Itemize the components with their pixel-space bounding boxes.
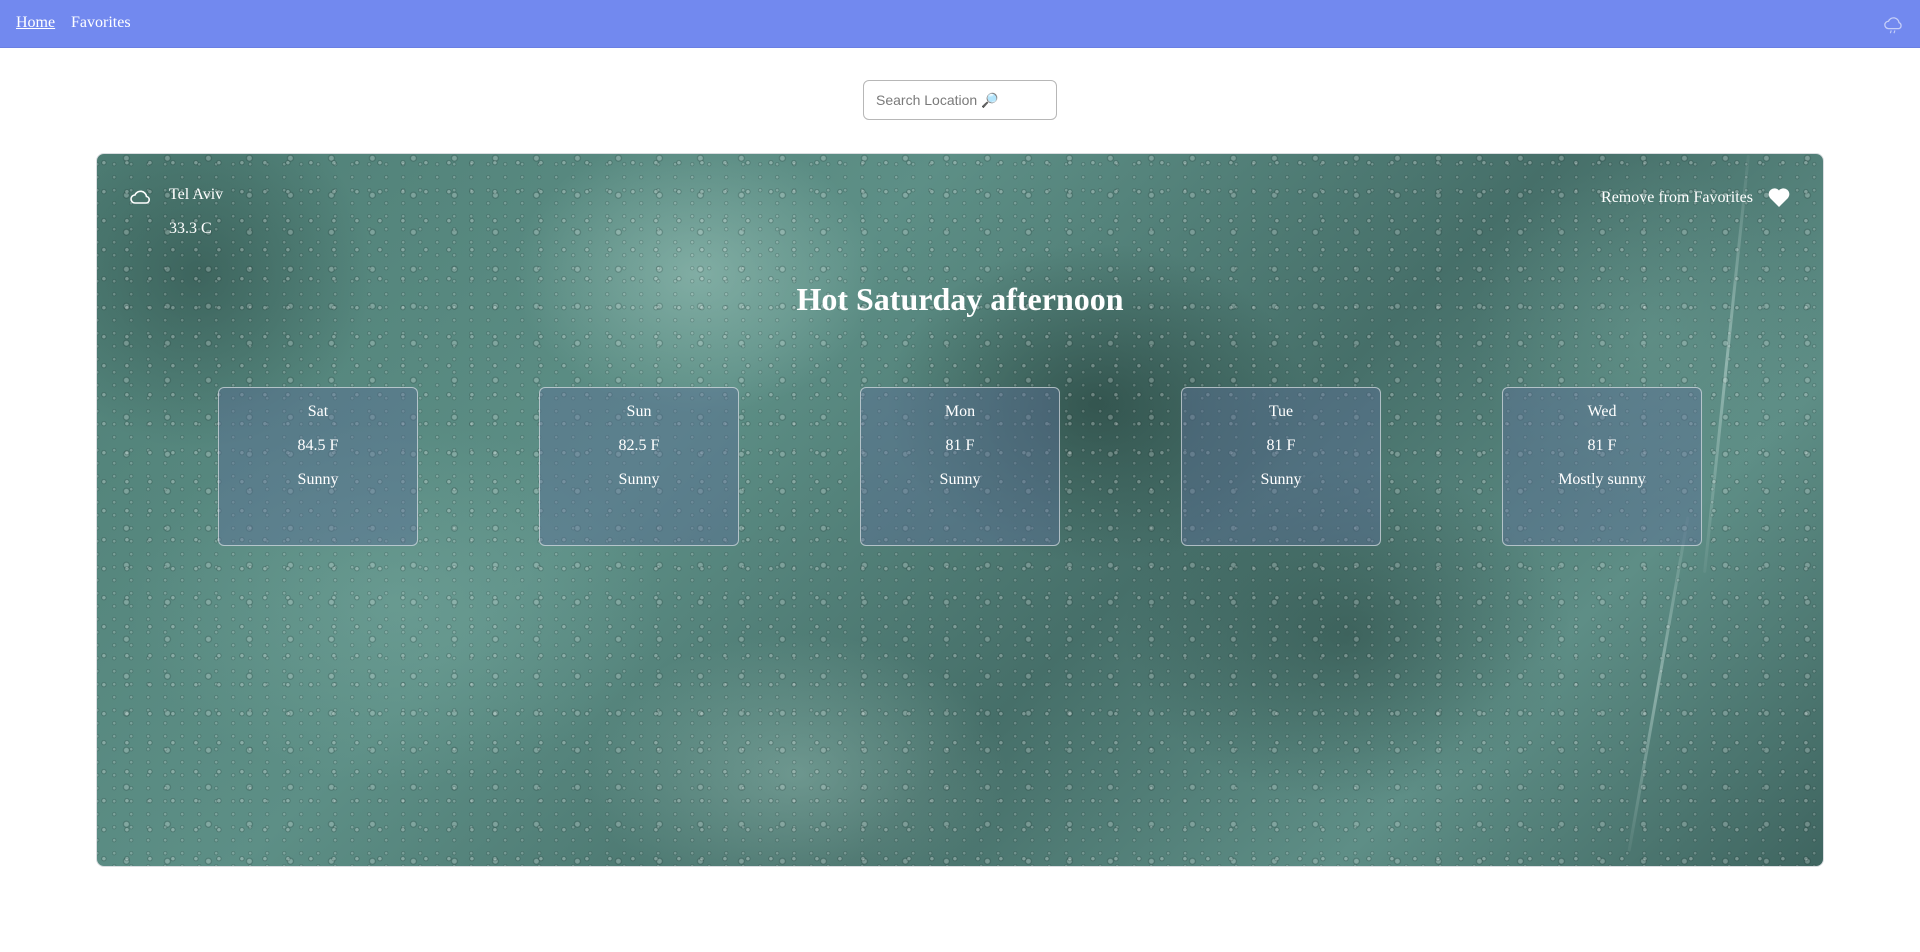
forecast-card-wed: Wed 81 F Mostly sunny (1502, 387, 1702, 546)
nav-home-link[interactable]: Home (16, 14, 55, 32)
forecast-temp: 81 F (1266, 437, 1296, 454)
forecast-card-sat: Sat 84.5 F Sunny (218, 387, 418, 546)
forecast-temp: 84.5 F (297, 437, 339, 454)
forecast-condition: Sunny (618, 471, 660, 488)
forecast-card-mon: Mon 81 F Sunny (860, 387, 1060, 546)
forecast-condition: Sunny (939, 471, 981, 488)
weather-card: Tel Aviv 33.3 C Remove from Favorites Ho… (96, 153, 1824, 867)
forecast-temp: 82.5 F (618, 437, 660, 454)
remove-favorite-button[interactable]: Remove from Favorites (1601, 189, 1753, 207)
top-navbar: Home Favorites (0, 0, 1920, 48)
heart-icon[interactable] (1767, 186, 1791, 208)
forecast-condition: Sunny (297, 471, 339, 488)
forecast-day: Sat (307, 403, 329, 420)
current-temperature: 33.3 C (169, 220, 212, 237)
cloud-icon (130, 190, 150, 204)
forecast-temp: 81 F (1587, 437, 1617, 454)
search-box (863, 80, 1057, 120)
forecast-condition: Mostly sunny (1558, 471, 1646, 488)
nav-favorites-link[interactable]: Favorites (71, 14, 131, 32)
forecast-card-tue: Tue 81 F Sunny (1181, 387, 1381, 546)
forecast-day: Sun (626, 403, 652, 420)
forecast-day: Tue (1268, 403, 1294, 420)
forecast-day: Wed (1587, 403, 1617, 420)
location-name: Tel Aviv (169, 186, 224, 203)
search-input[interactable] (876, 81, 1046, 119)
cloud-toggle-icon[interactable] (1883, 13, 1905, 35)
forecast-condition: Sunny (1260, 471, 1302, 488)
forecast-card-sun: Sun 82.5 F Sunny (539, 387, 739, 546)
forecast-temp: 81 F (945, 437, 975, 454)
weather-headline: Hot Saturday afternoon (796, 281, 1124, 317)
forecast-day: Mon (944, 403, 976, 420)
